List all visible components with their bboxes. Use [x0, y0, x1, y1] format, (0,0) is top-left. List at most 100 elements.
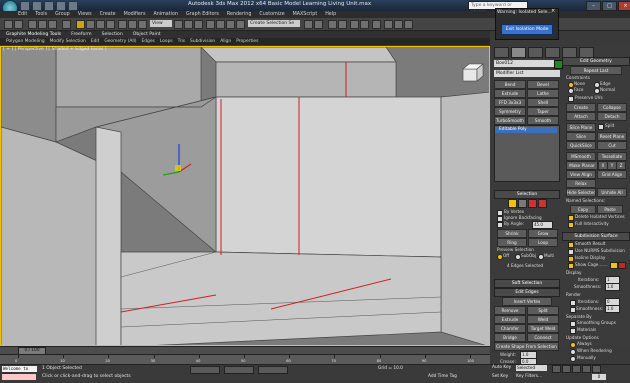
angle-snap-icon[interactable]: [216, 20, 225, 29]
key-filters-button[interactable]: Key Filters...: [516, 374, 542, 379]
preserve-uvs-checkbox[interactable]: [568, 96, 574, 102]
bevel-button[interactable]: Bevel: [527, 80, 559, 89]
collapse-button[interactable]: Collapse: [597, 103, 627, 112]
save-file-icon[interactable]: [44, 1, 54, 11]
smoothness-spinner[interactable]: 1.0: [605, 283, 620, 291]
schematic-view-icon[interactable]: [360, 20, 369, 29]
update-when-rendering-radio[interactable]: [570, 349, 576, 355]
soft-selection-rollout-header[interactable]: Soft Selection: [494, 279, 560, 288]
render-production-icon[interactable]: [404, 20, 413, 29]
panel-loops[interactable]: Loops: [160, 38, 173, 45]
by-angle-checkbox[interactable]: [497, 222, 503, 228]
cage-color-swatch[interactable]: [610, 262, 618, 269]
taper-button[interactable]: Taper: [527, 107, 559, 116]
repeat-last-button[interactable]: Repeat Last: [570, 66, 622, 75]
previous-frame-icon[interactable]: [562, 365, 571, 373]
extrude-modifier-button[interactable]: Extrude: [494, 89, 526, 98]
show-cage-checkbox[interactable]: [568, 263, 574, 269]
rendered-frame-icon[interactable]: [394, 20, 403, 29]
current-frame-field[interactable]: 0: [592, 374, 606, 380]
motion-tab-icon[interactable]: [545, 47, 560, 58]
loop-button[interactable]: Loop: [528, 238, 558, 247]
bind-space-warp-icon[interactable]: [48, 20, 57, 29]
menu-rendering[interactable]: Rendering: [227, 11, 252, 18]
render-smoothness-spinner[interactable]: 1.0: [605, 305, 620, 313]
select-object-icon[interactable]: [76, 20, 85, 29]
connect-button[interactable]: Connect: [527, 333, 559, 342]
exit-isolation-mode-button[interactable]: Exit Isolation Mode: [501, 24, 553, 35]
menu-group[interactable]: Group: [55, 11, 70, 18]
cage-selected-color-swatch[interactable]: [618, 262, 626, 269]
object-name-field[interactable]: Box012: [494, 60, 554, 67]
materials-checkbox[interactable]: [570, 328, 576, 334]
delete-isolated-checkbox[interactable]: [568, 215, 574, 221]
x-coordinate-field[interactable]: [190, 366, 220, 374]
symmetry-button[interactable]: Symmetry: [494, 107, 526, 116]
copy-button[interactable]: Copy: [570, 205, 596, 214]
material-editor-icon[interactable]: [372, 20, 381, 29]
edge-subobject-icon[interactable]: [518, 199, 527, 208]
panel-edges[interactable]: Edges: [142, 38, 155, 45]
tab-graphite-modeling-tools[interactable]: Graphite Modeling Tools: [6, 31, 61, 38]
menu-maxscript[interactable]: MAXScript: [293, 11, 318, 18]
reset-plane-button[interactable]: Reset Plane: [597, 132, 627, 141]
maxscript-output[interactable]: [2, 374, 36, 380]
bend-button[interactable]: Bend: [494, 80, 526, 89]
remove-button[interactable]: Remove: [494, 306, 526, 315]
extrude-edge-button[interactable]: Extrude: [494, 315, 526, 324]
go-to-start-icon[interactable]: [552, 365, 561, 373]
selection-rollout-header[interactable]: Selection: [494, 190, 560, 199]
menu-modifiers[interactable]: Modifiers: [124, 11, 146, 18]
select-filter-icon[interactable]: [62, 20, 71, 29]
perspective-viewport[interactable]: [0, 46, 490, 346]
window-crossing-icon[interactable]: [106, 20, 115, 29]
play-icon[interactable]: [572, 365, 581, 373]
curve-editor-icon[interactable]: [350, 20, 359, 29]
rotate-icon[interactable]: [128, 20, 137, 29]
maximize-button[interactable]: □: [602, 1, 617, 11]
maxscript-listener-input[interactable]: Welcome to MAXScr: [2, 366, 37, 377]
menu-graph-editors[interactable]: Graph Editors: [186, 11, 219, 18]
close-icon[interactable]: ×: [551, 9, 556, 14]
panel-tris[interactable]: Tris: [178, 38, 185, 45]
attach-button[interactable]: Attach: [566, 112, 596, 121]
grow-button[interactable]: Grow: [528, 229, 558, 238]
ffd-button[interactable]: FFD 3x3x3: [494, 98, 526, 107]
update-manually-radio[interactable]: [570, 356, 576, 362]
menu-create[interactable]: Create: [100, 11, 116, 18]
edit-geometry-rollout-header[interactable]: Edit Geometry: [562, 57, 630, 66]
named-selection-set-dropdown[interactable]: Create Selection Se: [248, 20, 300, 27]
key-set-dropdown[interactable]: Selected: [516, 365, 547, 371]
menu-help[interactable]: Help: [325, 11, 336, 18]
hierarchy-tab-icon[interactable]: [528, 47, 543, 58]
ring-button[interactable]: Ring: [497, 238, 527, 247]
tab-freeform[interactable]: Freeform: [71, 31, 91, 38]
unlink-icon[interactable]: [38, 20, 47, 29]
edit-named-sets-icon[interactable]: [236, 20, 245, 29]
planar-z-button[interactable]: Z: [616, 161, 626, 170]
pivot-center-icon[interactable]: [174, 20, 183, 29]
smooth-button[interactable]: Smooth: [527, 116, 559, 125]
chamfer-button[interactable]: Chamfer: [494, 324, 526, 333]
unhide-all-button[interactable]: Unhide All: [597, 188, 627, 197]
percent-snap-icon[interactable]: [226, 20, 235, 29]
weld-button[interactable]: Weld: [527, 315, 559, 324]
keyboard-shortcut-icon[interactable]: [194, 20, 203, 29]
smooth-result-checkbox[interactable]: [568, 242, 574, 248]
lathe-button[interactable]: Lathe: [527, 89, 559, 98]
panel-polygon-modeling[interactable]: Polygon Modeling: [6, 38, 45, 45]
minimize-button[interactable]: –: [586, 1, 601, 11]
undo-icon[interactable]: [56, 1, 66, 11]
new-file-icon[interactable]: [20, 1, 30, 11]
shell-button[interactable]: Shell: [527, 98, 559, 107]
polygon-subobject-icon[interactable]: [538, 199, 547, 208]
viewport-label[interactable]: [ + ] [ Perspective ] [ Shaded + Edged F…: [3, 47, 107, 52]
modify-tab-icon[interactable]: [511, 47, 526, 58]
panel-subdivision[interactable]: Subdivision: [190, 38, 215, 45]
detach-button[interactable]: Detach: [597, 112, 627, 121]
slice-plane-button[interactable]: Slice Plane: [566, 123, 596, 132]
set-key-button[interactable]: Set Key: [492, 374, 508, 379]
panel-align[interactable]: Align: [220, 38, 231, 45]
edit-edges-rollout-header[interactable]: Edit Edges: [494, 288, 560, 297]
scale-icon[interactable]: [138, 20, 147, 29]
